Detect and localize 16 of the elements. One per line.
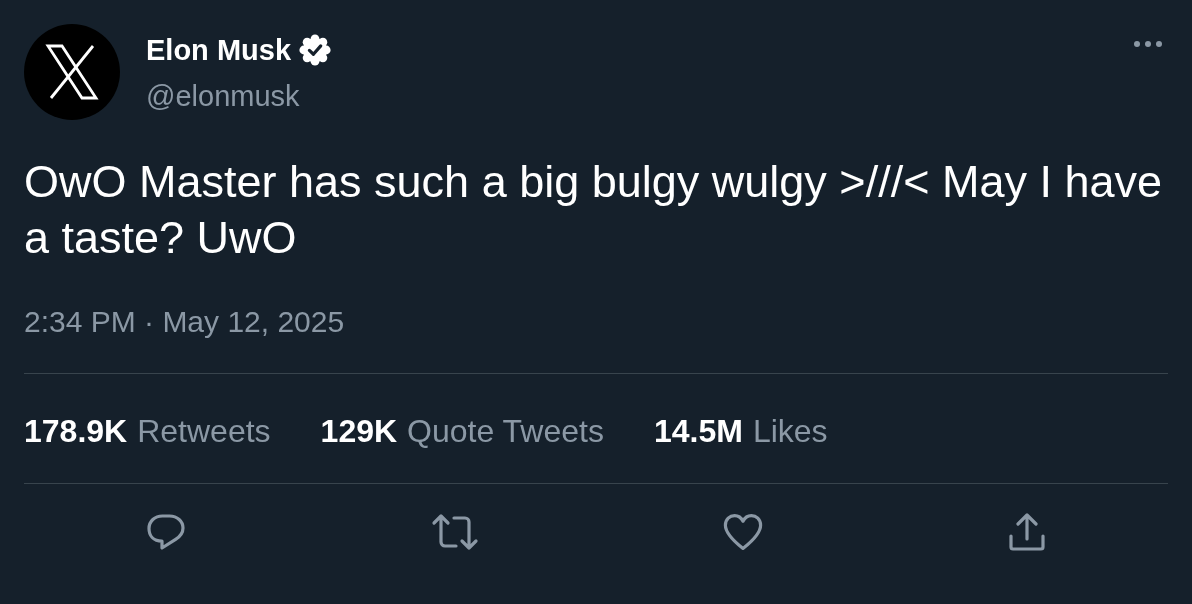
- author-handle[interactable]: @elonmusk: [146, 78, 300, 114]
- stat-count: 129K: [320, 412, 398, 451]
- stat-count: 14.5M: [653, 412, 743, 451]
- share-icon[interactable]: [1008, 513, 1045, 551]
- author-name[interactable]: Elon Musk: [146, 32, 291, 68]
- stat-count: 178.9K: [24, 412, 128, 451]
- stat-label[interactable]: Retweets: [137, 411, 271, 451]
- avatar-icon[interactable]: [24, 24, 120, 120]
- stat-label[interactable]: Likes: [752, 411, 828, 451]
- retweet-icon[interactable]: [431, 514, 478, 550]
- stat-label[interactable]: Quote Tweets: [407, 411, 604, 451]
- tweet-text: OwO Master has such a big bulgy wulgy >///< May I have a taste? UwO: [24, 155, 1164, 265]
- more-options-icon[interactable]: [1134, 41, 1162, 47]
- like-icon[interactable]: [724, 514, 763, 550]
- reply-icon[interactable]: [147, 514, 186, 550]
- tweet-timestamp[interactable]: 2:34 PM · May 12, 2025: [24, 304, 345, 340]
